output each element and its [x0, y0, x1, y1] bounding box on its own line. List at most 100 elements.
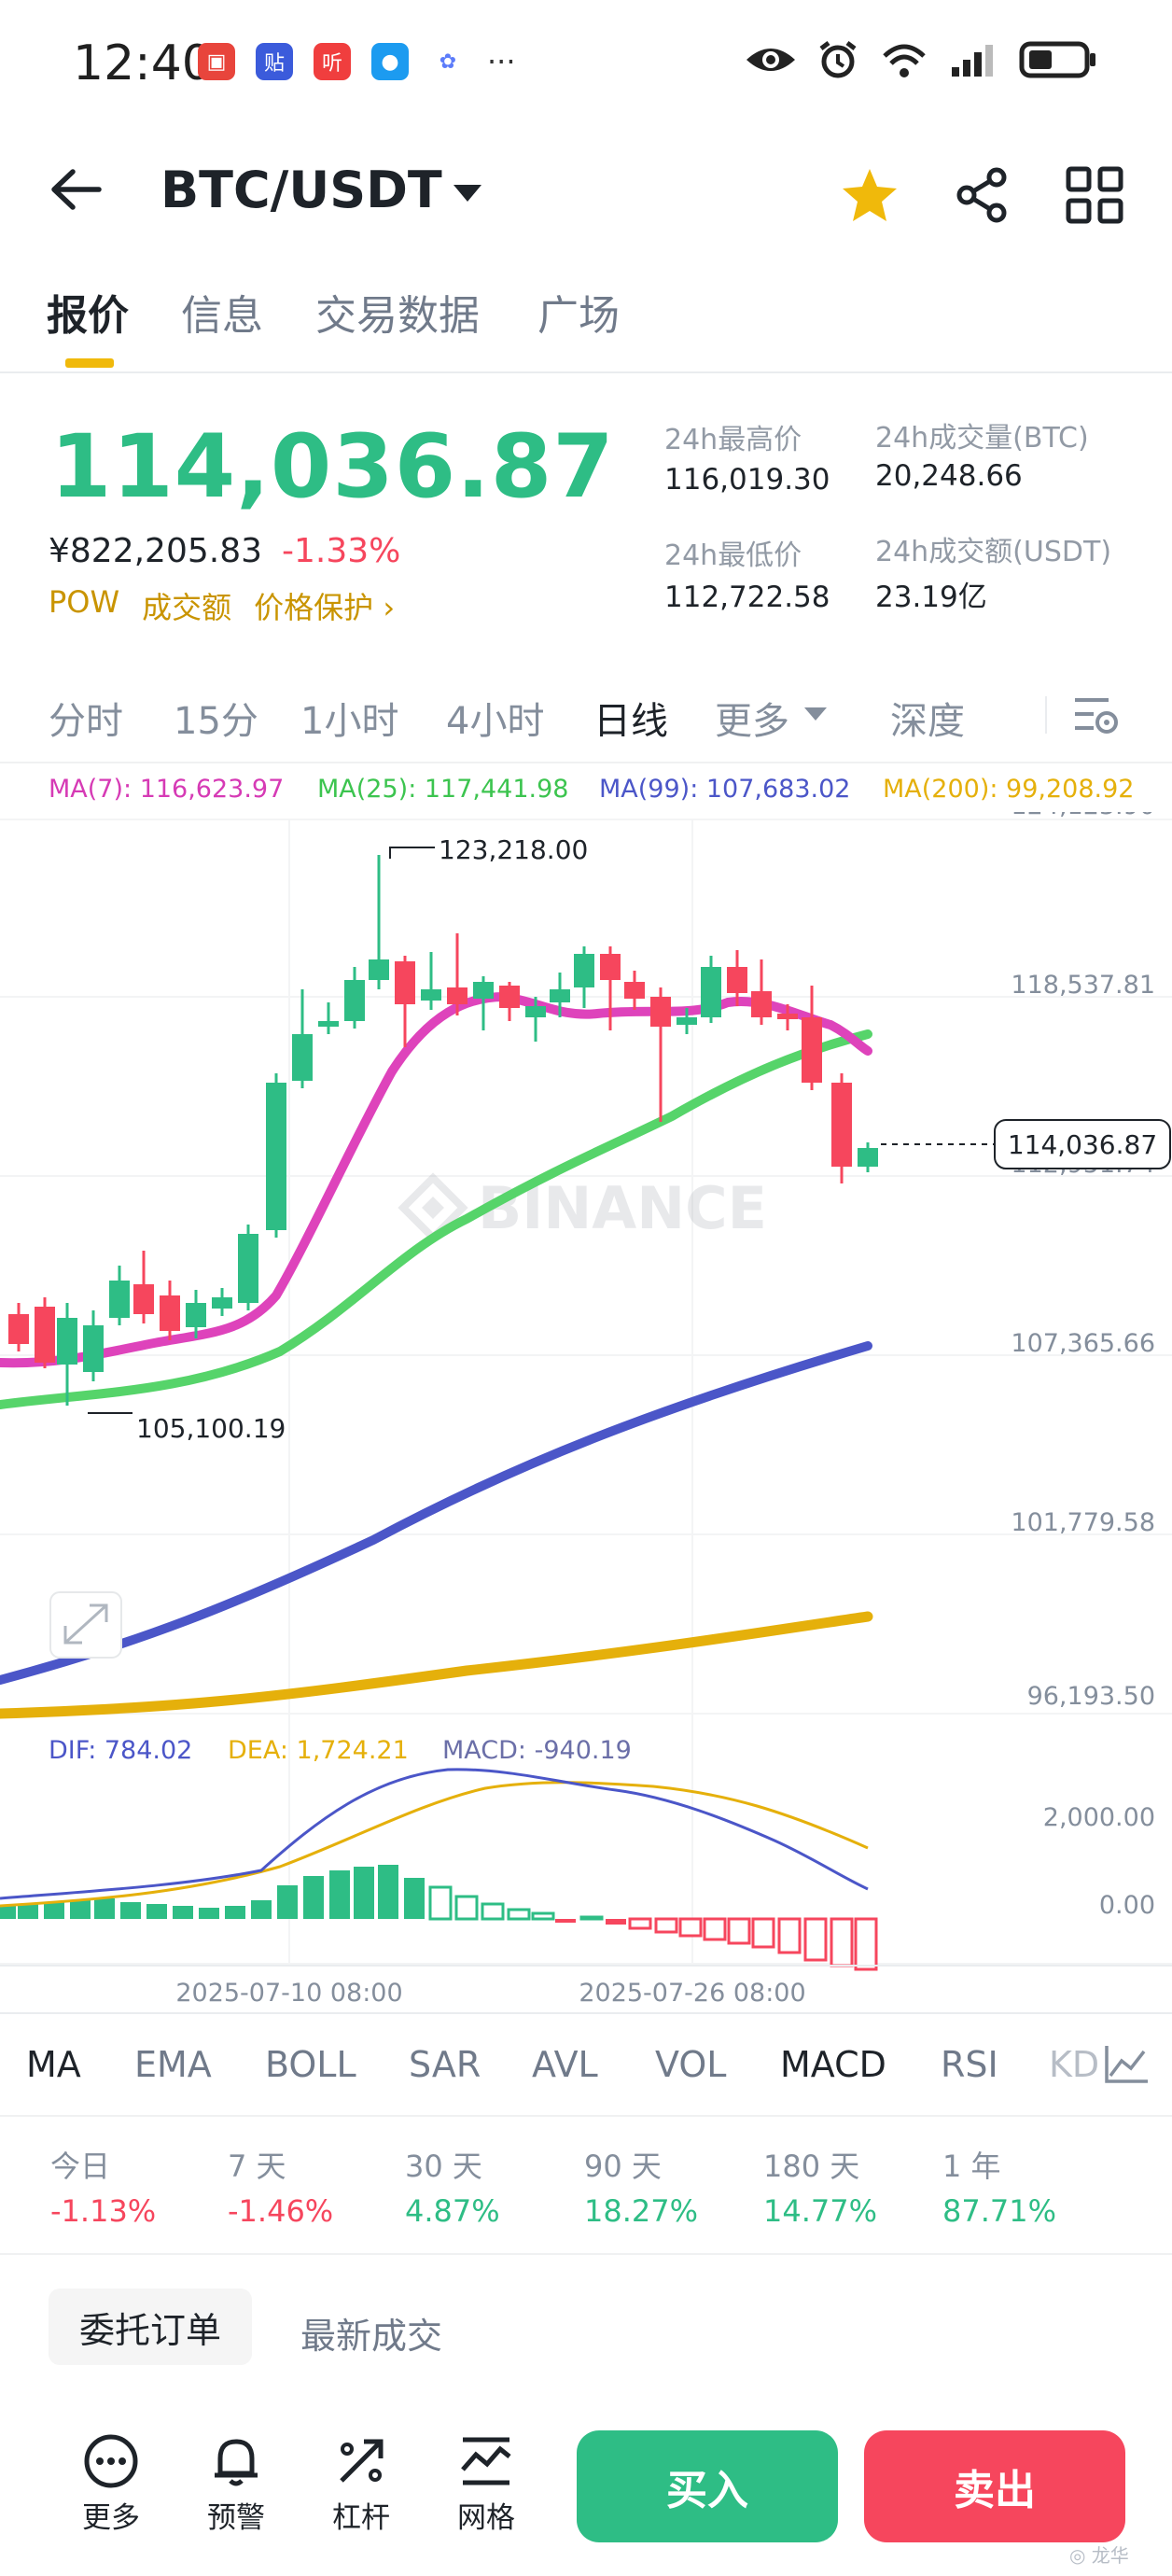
- alert-button[interactable]: 预警: [185, 2432, 287, 2536]
- candle-body: [266, 1083, 286, 1230]
- tab-info[interactable]: 信息: [181, 282, 263, 342]
- interval-15m[interactable]: 15分: [174, 691, 258, 745]
- macd-bar: [94, 1898, 115, 1919]
- indicator-settings-icon[interactable]: [1101, 2042, 1151, 2087]
- tab-recent-trades[interactable]: 最新成交: [300, 2307, 442, 2359]
- candle-body: [8, 1314, 29, 1344]
- candle-body: [160, 1295, 180, 1331]
- candle-body: [318, 1021, 339, 1027]
- more-button[interactable]: 更多: [60, 2432, 162, 2536]
- tag-pow[interactable]: POW: [49, 584, 119, 627]
- macd-bar: [0, 1906, 16, 1919]
- battery-icon: [1019, 41, 1095, 78]
- candle-body: [650, 997, 671, 1027]
- tag-turnover[interactable]: 成交额: [142, 584, 231, 627]
- macd-bar: [44, 1902, 64, 1919]
- indicator-boll[interactable]: BOLL: [265, 2044, 356, 2085]
- low-marker-label: 105,100.19: [136, 1413, 286, 1444]
- interval-1h[interactable]: 1小时: [300, 691, 398, 745]
- macd-bar: [555, 1919, 576, 1923]
- current-price-tag-label: 114,036.87: [1008, 1129, 1157, 1160]
- macd-bar: [251, 1900, 272, 1919]
- indicator-ema[interactable]: EMA: [134, 2044, 212, 2085]
- candle-body: [109, 1281, 130, 1318]
- pair-dropdown-icon[interactable]: [452, 183, 483, 203]
- candle-body: [186, 1303, 206, 1327]
- chart-top-divider: [0, 762, 1172, 763]
- trading-pair-title[interactable]: BTC/USDT: [160, 161, 442, 219]
- tag-price-protection[interactable]: 价格保护 ›: [254, 584, 395, 627]
- indicator-vol[interactable]: VOL: [655, 2044, 726, 2085]
- buy-button[interactable]: 买入: [577, 2430, 838, 2542]
- tab-open-orders[interactable]: 委托订单: [49, 2289, 252, 2365]
- macd-bar: [303, 1876, 324, 1919]
- macd-bar: [404, 1878, 425, 1919]
- macd-bar: [654, 1917, 678, 1934]
- more-icon: [84, 2434, 138, 2488]
- macd-bar: [329, 1870, 350, 1919]
- macd-bar: [854, 1917, 878, 1971]
- indicator-sar[interactable]: SAR: [409, 2044, 481, 2085]
- share-icon[interactable]: [954, 166, 1010, 224]
- perf-1y-label: 1 年: [942, 2149, 1001, 2184]
- app-flower-icon: ✿: [429, 43, 467, 80]
- pair-tags: POW 成交额 价格保护 ›: [49, 584, 395, 627]
- macd-bar: [277, 1885, 298, 1919]
- candle-body: [600, 954, 621, 980]
- x-tick-1: 2025-07-10 08:00: [175, 1979, 402, 2008]
- candle-body: [751, 991, 772, 1017]
- perf-divider-top: [0, 2115, 1172, 2117]
- candle-body: [701, 967, 721, 1017]
- chart-grid: [0, 819, 1172, 1965]
- macd-bar: [454, 1895, 479, 1921]
- sell-button[interactable]: 卖出: [864, 2430, 1125, 2542]
- interval-4h[interactable]: 4小时: [446, 691, 544, 745]
- perf-7d-value: -1.46%: [228, 2193, 334, 2229]
- candle-body: [525, 1006, 546, 1017]
- app-red-icon: ▣: [198, 43, 235, 80]
- indicator-kd[interactable]: KD: [1049, 2044, 1099, 2085]
- footer-watermark: ◎ 龙华: [1069, 2544, 1129, 2567]
- app-listen-icon: 听: [314, 43, 351, 80]
- expand-chart-button[interactable]: [49, 1591, 122, 1659]
- ma99-legend: MA(99): 107,683.02: [599, 775, 851, 804]
- indicator-ma[interactable]: MA: [26, 2044, 81, 2085]
- indicator-rsi[interactable]: RSI: [941, 2044, 998, 2085]
- candle-body: [35, 1307, 55, 1363]
- tab-square[interactable]: 广场: [537, 282, 620, 342]
- tab-quote[interactable]: 报价: [47, 282, 129, 342]
- candlestick-chart[interactable]: BINANCE 123,218.00 105,100.19 124,123.90…: [0, 812, 1172, 2016]
- macd-bar: [225, 1906, 245, 1919]
- eye-icon: [746, 49, 795, 71]
- favorite-star-icon[interactable]: [840, 166, 900, 224]
- macd-bar: [173, 1906, 193, 1919]
- interval-more[interactable]: 更多: [715, 691, 789, 745]
- interval-timeline[interactable]: 分时: [49, 691, 123, 745]
- interval-1d[interactable]: 日线: [593, 691, 668, 745]
- leverage-button[interactable]: 杠杆: [310, 2432, 412, 2536]
- grid-menu-icon[interactable]: [1066, 166, 1123, 224]
- chart-settings-icon[interactable]: [1071, 691, 1120, 737]
- leverage-icon: [340, 2439, 384, 2483]
- signal-icon: [952, 45, 993, 77]
- indicator-avl[interactable]: AVL: [532, 2044, 598, 2085]
- candle-body: [447, 987, 467, 1004]
- candle-body: [831, 1083, 852, 1167]
- interval-depth[interactable]: 深度: [890, 691, 965, 745]
- app-tie-icon: 贴: [256, 43, 293, 80]
- back-arrow-icon[interactable]: [49, 166, 105, 213]
- grid-trading-button[interactable]: 网格: [435, 2432, 537, 2536]
- perf-180d-value: 14.77%: [763, 2193, 878, 2229]
- macd-bar: [628, 1917, 652, 1930]
- stat-low-value: 112,722.58: [664, 581, 830, 614]
- grid-trading-icon: [461, 2437, 511, 2485]
- interval-more-caret-icon[interactable]: [802, 706, 829, 722]
- macd-bar: [751, 1917, 775, 1949]
- tab-trading-data[interactable]: 交易数据: [315, 282, 480, 342]
- macd-bar: [531, 1911, 555, 1921]
- macd-bar: [481, 1902, 505, 1921]
- bell-icon: [215, 2439, 258, 2486]
- indicator-macd[interactable]: MACD: [780, 2044, 886, 2085]
- y-tick-5: 101,779.58: [1011, 1508, 1155, 1537]
- macd-bar: [120, 1902, 141, 1919]
